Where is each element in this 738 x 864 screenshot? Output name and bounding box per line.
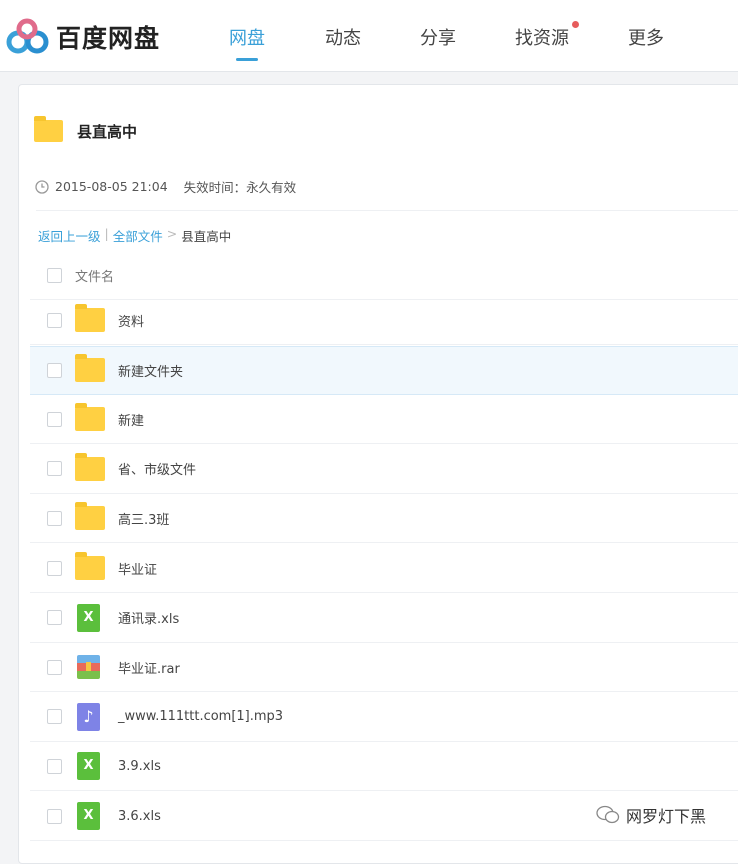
row-checkbox[interactable] xyxy=(47,709,62,725)
divider xyxy=(36,210,738,211)
row-checkbox[interactable] xyxy=(47,461,62,477)
file-row[interactable]: 新建文件夹 xyxy=(30,345,738,395)
folder-icon xyxy=(34,116,63,142)
file-name[interactable]: 毕业证 xyxy=(118,559,157,578)
expiry-text: 失效时间：永久有效 xyxy=(183,180,297,195)
row-checkbox[interactable] xyxy=(47,560,62,576)
file-row[interactable]: ♪ _www.111ttt.com[1].mp3 xyxy=(30,693,738,742)
folder-icon xyxy=(75,403,105,432)
folder-icon xyxy=(75,452,105,481)
watermark-text: 网罗灯下黑 xyxy=(626,807,707,826)
baidu-cloud-logo-icon xyxy=(6,18,49,54)
row-checkbox[interactable] xyxy=(47,312,62,328)
breadcrumb-current: 县直高中 xyxy=(181,229,232,244)
file-row[interactable]: 资料 xyxy=(30,296,738,345)
watermark: 网罗灯下黑 xyxy=(596,803,706,827)
nav-netdisk[interactable]: 网盘 xyxy=(229,24,265,50)
logo-text: 百度网盘 xyxy=(56,24,161,53)
breadcrumb-arrow: > xyxy=(166,226,178,241)
row-checkbox[interactable] xyxy=(47,659,62,675)
nav-find-resources[interactable]: 找资源 xyxy=(515,24,569,50)
share-date: 2015-08-05 21:04 xyxy=(55,179,168,194)
file-row[interactable]: 新建 xyxy=(30,395,738,445)
file-row[interactable]: X 3.9.xls xyxy=(30,742,738,792)
file-name[interactable]: _www.111ttt.com[1].mp3 xyxy=(118,709,283,724)
file-name[interactable]: 资料 xyxy=(118,311,144,330)
top-header: 百度网盘 网盘 动态 分享 找资源 更多 xyxy=(0,0,738,72)
folder-title: 县直高中 xyxy=(34,116,138,142)
logo[interactable]: 百度网盘 xyxy=(6,18,160,56)
row-checkbox[interactable] xyxy=(47,610,62,626)
list-header: 文件名 xyxy=(30,251,738,300)
clock-icon xyxy=(35,179,49,194)
file-name[interactable]: 通讯录.xls xyxy=(118,608,179,627)
file-name[interactable]: 3.6.xls xyxy=(118,809,161,824)
file-row[interactable]: 毕业证 xyxy=(30,544,738,593)
breadcrumb: 返回上一级 | 全部文件 > 县直高中 xyxy=(38,226,231,245)
excel-file-icon: X xyxy=(77,752,100,781)
audio-file-icon: ♪ xyxy=(77,702,100,731)
folder-icon xyxy=(75,502,105,531)
folder-icon xyxy=(75,552,105,580)
back-link[interactable]: 返回上一级 xyxy=(38,226,101,245)
column-filename: 文件名 xyxy=(75,269,115,285)
wechat-icon xyxy=(596,805,620,824)
row-checkbox[interactable] xyxy=(47,808,62,824)
select-all-checkbox[interactable] xyxy=(47,267,62,283)
row-checkbox[interactable] xyxy=(47,411,62,427)
breadcrumb-divider: | xyxy=(104,226,109,241)
all-files-link[interactable]: 全部文件 xyxy=(113,226,163,245)
folder-title-text: 县直高中 xyxy=(77,122,138,141)
archive-file-icon xyxy=(77,655,100,680)
active-nav-indicator xyxy=(236,58,258,61)
nav-share[interactable]: 分享 xyxy=(420,24,456,50)
file-name[interactable]: 新建 xyxy=(118,410,144,429)
file-row[interactable]: 高三.3班 xyxy=(30,494,738,544)
file-name[interactable]: 新建文件夹 xyxy=(118,361,183,380)
file-row[interactable]: 省、市级文件 xyxy=(30,445,738,494)
file-name[interactable]: 3.9.xls xyxy=(118,759,161,774)
nav-more[interactable]: 更多 xyxy=(628,24,664,50)
excel-file-icon: X xyxy=(77,603,100,632)
file-name[interactable]: 省、市级文件 xyxy=(118,459,196,478)
folder-meta: 2015-08-05 21:04 失效时间：永久有效 xyxy=(35,177,296,196)
row-checkbox[interactable] xyxy=(47,362,62,378)
file-name[interactable]: 毕业证.rar xyxy=(118,658,180,677)
folder-icon xyxy=(75,304,105,332)
excel-file-icon: X xyxy=(77,802,100,830)
folder-icon xyxy=(75,354,105,383)
notification-dot xyxy=(572,21,579,28)
file-row[interactable]: X 通讯录.xls xyxy=(30,594,738,643)
nav-activity[interactable]: 动态 xyxy=(325,24,361,50)
file-name[interactable]: 高三.3班 xyxy=(118,509,169,528)
file-row[interactable]: 毕业证.rar xyxy=(30,643,738,693)
row-checkbox[interactable] xyxy=(47,510,62,526)
row-checkbox[interactable] xyxy=(47,758,62,774)
